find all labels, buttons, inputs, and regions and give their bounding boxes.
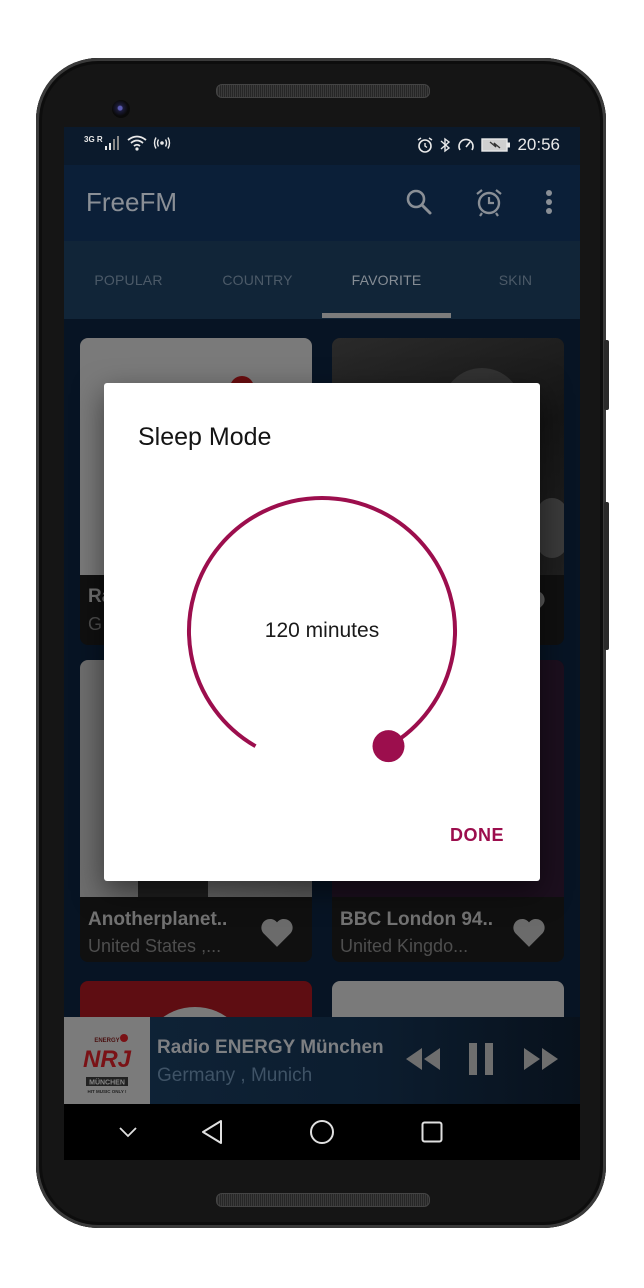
tab-country[interactable]: COUNTRY <box>193 241 322 319</box>
alarm-icon <box>418 137 433 153</box>
clock: 20:56 <box>517 135 560 154</box>
earpiece-speaker <box>216 84 430 98</box>
hide-nav-button[interactable] <box>110 1114 146 1150</box>
logo-text: NRJ <box>83 1046 132 1073</box>
station-location: United Kingdo... <box>340 936 469 956</box>
tab-indicator <box>322 313 451 318</box>
now-playing-bar[interactable]: ENERGY NRJ MÜNCHEN HIT MUSIC ONLY ! Radi… <box>64 1017 580 1104</box>
screen: 3G R 20:56 FreeFM POPULAR COUNTRY FAVORI… <box>64 127 580 1160</box>
alarm-clock-icon <box>476 189 502 217</box>
search-button[interactable] <box>402 185 436 219</box>
tab-skin[interactable]: SKIN <box>451 241 580 319</box>
svg-text:ENERGY: ENERGY <box>94 1038 119 1044</box>
favorite-heart-icon[interactable] <box>260 918 294 948</box>
recents-icon <box>421 1121 443 1143</box>
back-button[interactable] <box>194 1114 230 1150</box>
volume-rocker <box>604 502 609 650</box>
home-button[interactable] <box>304 1114 340 1150</box>
rewind-button[interactable] <box>402 1039 444 1079</box>
status-bar: 3G R 20:56 <box>64 127 580 165</box>
battery-charging-icon <box>481 138 511 152</box>
station-location: G <box>88 614 103 634</box>
tab-popular[interactable]: POPULAR <box>64 241 193 319</box>
search-icon <box>406 189 432 215</box>
rewind-icon <box>406 1048 440 1070</box>
system-nav-bar <box>64 1104 580 1160</box>
app-title: FreeFM <box>86 187 177 217</box>
tab-bar: POPULAR COUNTRY FAVORITE SKIN <box>64 241 580 319</box>
network-type: 3G R <box>84 134 103 144</box>
home-icon <box>310 1120 334 1144</box>
favorite-heart-icon[interactable] <box>512 918 546 948</box>
power-button <box>604 340 609 410</box>
tab-favorite[interactable]: FAVORITE <box>322 241 451 319</box>
more-vert-icon <box>546 190 552 214</box>
dial-thumb-handle[interactable] <box>372 730 405 763</box>
hotspot-icon <box>153 137 170 149</box>
fast-forward-icon <box>524 1048 558 1070</box>
chevron-down-icon <box>119 1127 137 1138</box>
logo-tagline: HIT MUSIC ONLY ! <box>87 1089 127 1094</box>
wifi-icon <box>127 135 147 151</box>
app-bar: FreeFM <box>64 165 580 241</box>
done-button[interactable]: DONE <box>450 825 504 846</box>
signal-icon <box>104 136 119 150</box>
sleep-timer-button[interactable] <box>472 185 506 219</box>
speed-icon <box>458 138 475 151</box>
sleep-mode-dialog: Sleep Mode 120 minutes DONE <box>104 383 540 881</box>
sleep-duration-label: 120 minutes <box>264 619 380 642</box>
now-playing-title: Radio ENERGY München <box>157 1037 384 1058</box>
station-name: BBC London 94.. <box>340 909 494 930</box>
pause-button[interactable] <box>464 1039 498 1079</box>
bottom-speaker <box>216 1193 430 1207</box>
front-camera <box>112 100 130 118</box>
back-icon <box>202 1120 222 1144</box>
station-location: United States ,... <box>88 936 222 956</box>
recents-button[interactable] <box>414 1114 450 1150</box>
logo-sub: MÜNCHEN <box>89 1078 125 1087</box>
bluetooth-icon <box>440 137 451 153</box>
now-playing-subtitle: Germany , Munich <box>157 1065 313 1086</box>
more-options-button[interactable] <box>532 185 566 219</box>
pause-icon <box>469 1043 493 1075</box>
station-logo: ENERGY NRJ MÜNCHEN HIT MUSIC ONLY ! <box>64 1017 150 1104</box>
fast-forward-button[interactable] <box>520 1039 562 1079</box>
station-name: Anotherplanet.. <box>88 909 228 930</box>
